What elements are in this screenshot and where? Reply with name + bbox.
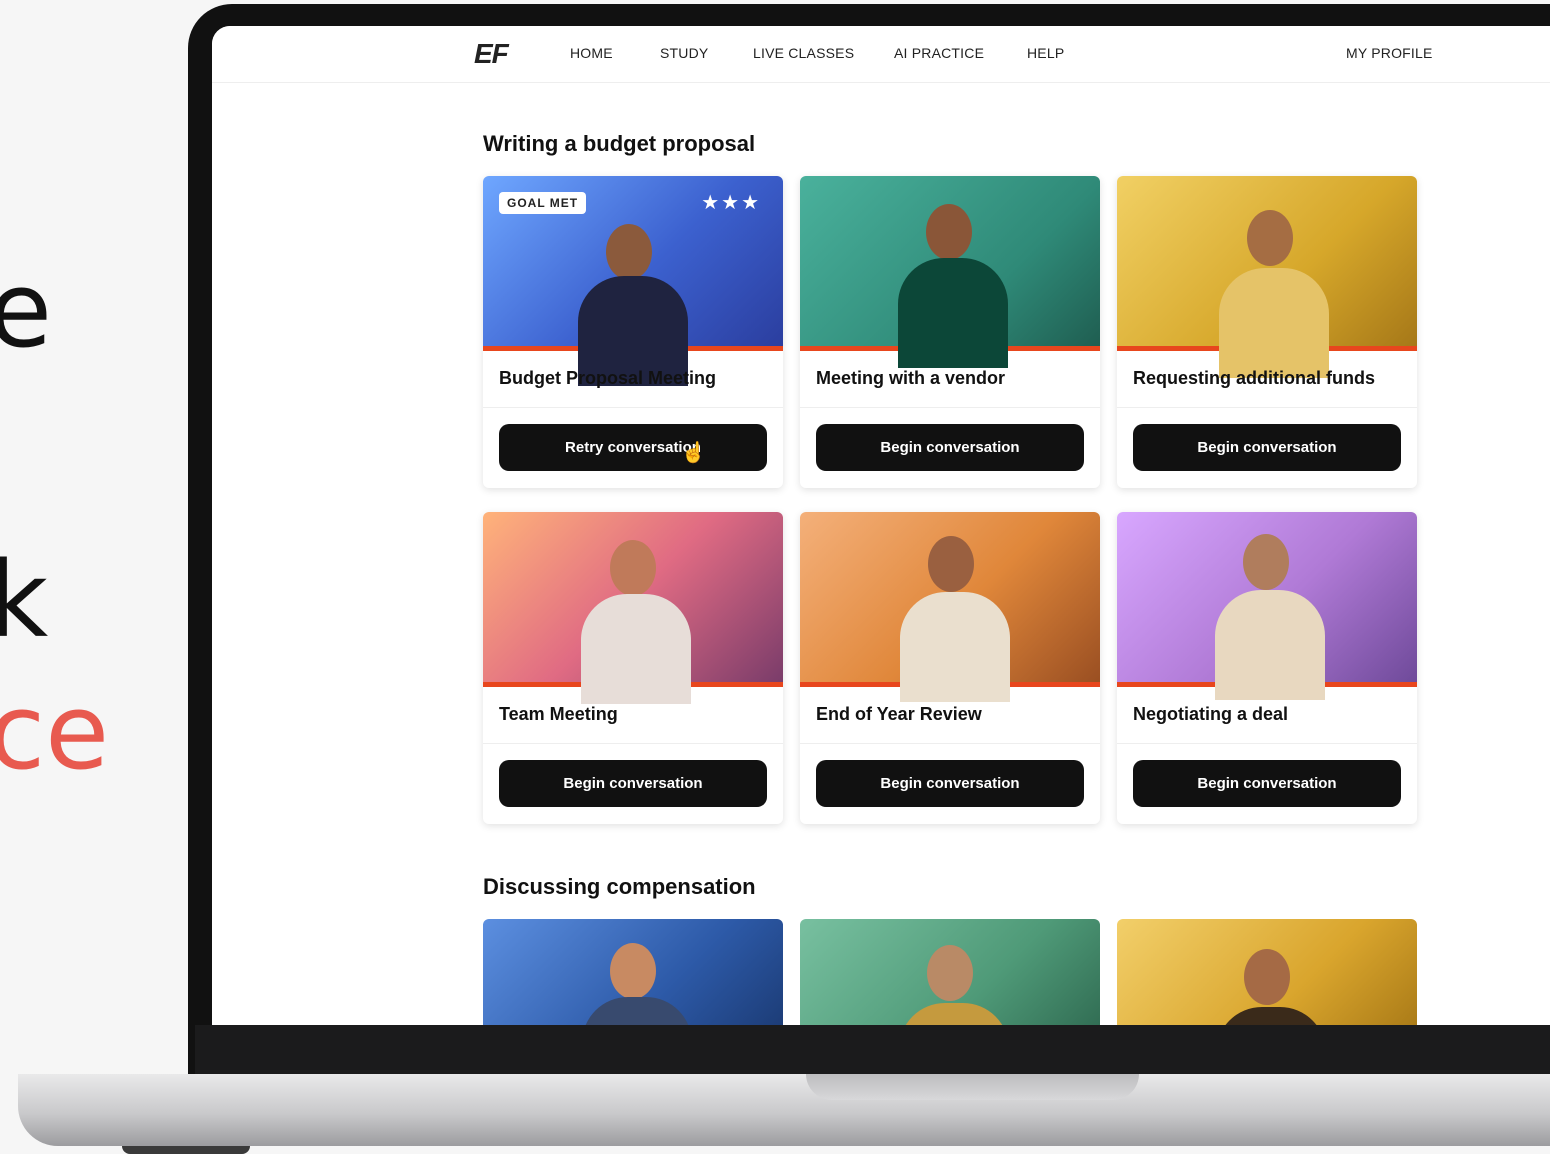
card-divider (800, 407, 1100, 408)
person-head-illustration (927, 945, 973, 1001)
person-head-illustration (1243, 534, 1289, 590)
top-navigation: EF HOME STUDY LIVE CLASSES AI PRACTICE H… (212, 26, 1550, 83)
practice-card-requesting-additional-funds[interactable]: Requesting additional funds Begin conver… (1117, 176, 1417, 488)
card-title: Negotiating a deal (1133, 704, 1289, 724)
person-head-illustration (1244, 949, 1290, 1005)
person-head-illustration (1247, 210, 1293, 266)
goal-met-badge: GOAL MET (499, 192, 587, 214)
card-divider (800, 743, 1100, 744)
practice-card-partial[interactable] (483, 919, 783, 1025)
card-image (483, 512, 783, 704)
nav-ai-practice[interactable]: AI PRACTICE (894, 45, 984, 61)
slide-text-fragment-2: k (0, 539, 49, 661)
practice-card-team-meeting[interactable]: Team Meeting Begin conversation (483, 512, 783, 824)
person-head-illustration (610, 540, 656, 596)
begin-conversation-button[interactable]: Begin conversation (1133, 760, 1401, 807)
slide-text-fragment-1: e (0, 249, 52, 371)
card-divider (1117, 743, 1417, 744)
nav-study[interactable]: STUDY (660, 45, 708, 61)
ef-logo[interactable]: EF (474, 38, 509, 70)
begin-conversation-button[interactable]: Begin conversation (1133, 424, 1401, 471)
card-title: Requesting additional funds (1133, 368, 1375, 388)
person-body-illustration (582, 997, 692, 1025)
rating-stars: ★★★ (701, 192, 761, 214)
card-title: Meeting with a vendor (816, 368, 1006, 388)
card-divider (483, 743, 783, 744)
begin-conversation-button[interactable]: Begin conversation (816, 760, 1084, 807)
card-title: Team Meeting (499, 704, 618, 724)
person-body-illustration (1216, 1007, 1326, 1025)
laptop-screen: EF HOME STUDY LIVE CLASSES AI PRACTICE H… (212, 26, 1550, 1025)
begin-conversation-button[interactable]: Begin conversation (499, 760, 767, 807)
laptop-foot (122, 1146, 250, 1154)
laptop-bottom-bezel (195, 1025, 1550, 1077)
nav-home[interactable]: HOME (570, 45, 613, 61)
person-head-illustration (926, 204, 972, 260)
card-image (1117, 176, 1417, 378)
section-title-discussing-compensation: Discussing compensation (483, 874, 756, 899)
card-image: GOAL MET ★★★ (483, 176, 783, 386)
practice-card-budget-proposal-meeting[interactable]: GOAL MET ★★★ Budget Proposal Meeting Ret… (483, 176, 783, 488)
practice-card-meeting-with-vendor[interactable]: Meeting with a vendor Begin conversation (800, 176, 1100, 488)
person-body-illustration (898, 258, 1008, 368)
practice-card-negotiating-a-deal[interactable]: Negotiating a deal Begin conversation (1117, 512, 1417, 824)
nav-my-profile[interactable]: MY PROFILE (1346, 45, 1433, 61)
card-image (1117, 512, 1417, 700)
card-image (800, 512, 1100, 702)
practice-card-partial[interactable] (1117, 919, 1417, 1025)
section-title-budget-proposal: Writing a budget proposal (483, 131, 756, 156)
person-body-illustration (900, 592, 1010, 702)
card-divider (483, 407, 783, 408)
person-body-illustration (1219, 268, 1329, 378)
person-head-illustration (606, 224, 652, 280)
person-head-illustration (610, 943, 656, 999)
nav-live-classes[interactable]: LIVE CLASSES (753, 45, 854, 61)
person-head-illustration (928, 536, 974, 592)
nav-help[interactable]: HELP (1027, 45, 1064, 61)
person-body-illustration (581, 594, 691, 704)
begin-conversation-button[interactable]: Begin conversation (816, 424, 1084, 471)
card-title: Budget Proposal Meeting (499, 368, 717, 388)
card-image (800, 176, 1100, 368)
laptop-base (18, 1074, 1550, 1146)
practice-card-end-of-year-review[interactable]: End of Year Review Begin conversation (800, 512, 1100, 824)
card-divider (1117, 407, 1417, 408)
laptop-opening-notch (806, 1074, 1139, 1100)
slide-text-fragment-3: ce (0, 671, 110, 793)
person-body-illustration (899, 1003, 1009, 1025)
hand-cursor-icon: ☝ (681, 442, 706, 464)
person-body-illustration (1215, 590, 1325, 700)
card-title: End of Year Review (816, 704, 982, 724)
retry-conversation-button[interactable]: Retry conversation (499, 424, 767, 471)
practice-card-partial[interactable] (800, 919, 1100, 1025)
